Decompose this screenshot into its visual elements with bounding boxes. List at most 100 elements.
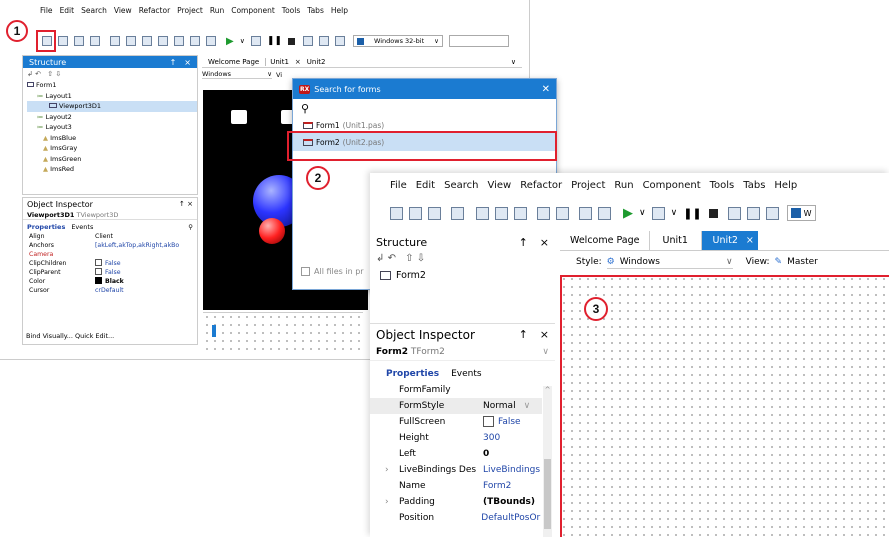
- run-dropdown-icon[interactable]: ∨: [639, 208, 646, 218]
- pause-icon[interactable]: ❚❚: [683, 207, 701, 220]
- pause-icon[interactable]: ❚❚: [267, 36, 282, 46]
- step-over-icon[interactable]: [302, 36, 313, 46]
- tab-unit1[interactable]: Unit1: [266, 58, 293, 66]
- run-icon[interactable]: ▶: [623, 206, 633, 221]
- back-style-select[interactable]: Windows ∨: [202, 70, 272, 79]
- style-select[interactable]: ⚙ Windows ∨: [606, 255, 733, 269]
- up-icon[interactable]: ⇧: [405, 253, 413, 264]
- menu-refactor[interactable]: Refactor: [520, 180, 562, 191]
- prop-row[interactable]: Position DefaultPosOr: [399, 510, 542, 526]
- menu-tools[interactable]: Tools: [282, 6, 300, 15]
- prop-row[interactable]: ClipChildren False: [29, 259, 197, 268]
- menu-help[interactable]: Help: [774, 180, 797, 191]
- scroll-thumb[interactable]: [212, 325, 216, 337]
- menu-project[interactable]: Project: [177, 6, 203, 15]
- checkbox-icon[interactable]: [95, 259, 102, 266]
- save-all-icon[interactable]: [142, 36, 152, 46]
- tree-item-layout2[interactable]: ≔ Layout2: [27, 112, 197, 123]
- menu-run[interactable]: Run: [210, 6, 224, 15]
- back-oi-selector[interactable]: Viewport3D1 TViewport3D: [23, 210, 197, 220]
- collapse-icon[interactable]: ↶: [388, 253, 396, 264]
- close-icon[interactable]: ×: [540, 328, 549, 342]
- tab-unit2[interactable]: Unit2 ×: [702, 231, 759, 250]
- open-icon[interactable]: [409, 206, 422, 220]
- stop-icon[interactable]: [708, 208, 718, 218]
- menu-file[interactable]: File: [390, 180, 407, 191]
- tab-properties[interactable]: Properties: [386, 369, 439, 380]
- trace-into-icon[interactable]: [318, 36, 329, 46]
- trace-into-icon[interactable]: [746, 206, 760, 220]
- menu-tools[interactable]: Tools: [710, 180, 735, 191]
- close-icon[interactable]: ×: [184, 58, 191, 67]
- menu-run[interactable]: Run: [614, 180, 633, 191]
- tree-item-form2[interactable]: Form2: [370, 266, 555, 285]
- scroll-up-icon[interactable]: ^: [543, 386, 552, 394]
- checkbox-icon[interactable]: [301, 267, 310, 276]
- tab-unit1[interactable]: Unit1: [650, 231, 703, 250]
- run-to-cursor-icon[interactable]: [334, 36, 345, 46]
- prop-row[interactable]: Color Black: [29, 277, 197, 286]
- checkbox-icon[interactable]: [483, 416, 494, 427]
- menu-search[interactable]: Search: [444, 180, 478, 191]
- save-all-icon[interactable]: [514, 206, 527, 220]
- run-dropdown-icon[interactable]: ∨: [240, 37, 245, 45]
- close-icon[interactable]: ×: [540, 236, 549, 249]
- new-form-icon[interactable]: [90, 36, 100, 46]
- menu-tabs[interactable]: Tabs: [307, 6, 324, 15]
- menu-project[interactable]: Project: [571, 180, 605, 191]
- close-icon[interactable]: ×: [746, 235, 754, 246]
- run-without-debug-icon[interactable]: [250, 36, 261, 46]
- prop-row[interactable]: Align Client: [29, 232, 197, 241]
- prop-row[interactable]: Name Form2: [399, 478, 542, 494]
- tree-item-form1[interactable]: Form1: [27, 80, 197, 91]
- collapse-icon[interactable]: ↶: [35, 70, 41, 78]
- checkbox-icon[interactable]: [95, 268, 102, 275]
- reopen-icon[interactable]: [495, 206, 508, 220]
- back-search-box[interactable]: [448, 35, 509, 47]
- up-icon[interactable]: ⇧: [47, 70, 53, 78]
- menu-view[interactable]: View: [114, 6, 132, 15]
- new-items-icon[interactable]: [390, 206, 403, 220]
- view-unit-icon[interactable]: [537, 206, 550, 220]
- all-files-option[interactable]: All files in pr: [301, 267, 364, 276]
- toggle-form-unit-icon[interactable]: [579, 206, 592, 220]
- toggle-form-unit-icon[interactable]: [190, 36, 200, 46]
- prop-row[interactable]: Left 0: [399, 446, 542, 462]
- view-unit-icon[interactable]: [158, 36, 168, 46]
- view-value[interactable]: Master: [787, 257, 818, 267]
- close-icon[interactable]: ✕: [542, 84, 550, 95]
- tree-item-imsblue[interactable]: ▲ ImsBlue: [27, 133, 197, 144]
- tree-item-imsred[interactable]: ▲ ImsRed: [27, 164, 197, 175]
- tab-properties[interactable]: Properties: [27, 223, 65, 231]
- view-form-icon[interactable]: [174, 36, 184, 46]
- platform-select[interactable]: W: [786, 205, 816, 221]
- run-to-cursor-icon[interactable]: [765, 206, 779, 220]
- menu-view[interactable]: View: [487, 180, 511, 191]
- front-oi-selector[interactable]: Form2 TForm2 ∨: [370, 344, 555, 361]
- chevron-down-icon[interactable]: ∨: [524, 398, 531, 414]
- prop-row[interactable]: Height 300: [399, 430, 542, 446]
- prop-row[interactable]: ClipParent False: [29, 268, 197, 277]
- tree-item-imsgreen[interactable]: ▲ ImsGreen: [27, 154, 197, 165]
- tree-item-imsgray[interactable]: ▲ ImsGray: [27, 143, 197, 154]
- save-icon[interactable]: [428, 206, 441, 220]
- menu-file[interactable]: File: [40, 6, 53, 15]
- toggle-icon[interactable]: [598, 206, 611, 220]
- prop-row[interactable]: FormFamily: [399, 382, 542, 398]
- close-icon[interactable]: ×: [293, 58, 303, 66]
- prop-row[interactable]: FullScreen False: [399, 414, 542, 430]
- run-dropdown-icon[interactable]: ∨: [671, 208, 678, 218]
- new-form-icon[interactable]: [451, 206, 464, 220]
- expand-icon[interactable]: ↲: [27, 70, 33, 78]
- menu-component[interactable]: Component: [643, 180, 701, 191]
- prop-row[interactable]: › Padding (TBounds): [385, 494, 542, 510]
- down-icon[interactable]: ⇩: [417, 253, 425, 264]
- prop-row[interactable]: Anchors [akLeft,akTop,akRight,akBo: [29, 241, 197, 250]
- down-icon[interactable]: ⇩: [55, 70, 61, 78]
- back-oi-footer[interactable]: Bind Visually... Quick Edit...: [26, 332, 114, 340]
- menu-edit[interactable]: Edit: [416, 180, 435, 191]
- tab-welcome-page[interactable]: Welcome Page: [560, 231, 651, 250]
- prop-row[interactable]: Camera: [29, 250, 197, 259]
- run-icon[interactable]: ▶: [226, 36, 234, 47]
- tree-item-layout3[interactable]: ≔ Layout3: [27, 122, 197, 133]
